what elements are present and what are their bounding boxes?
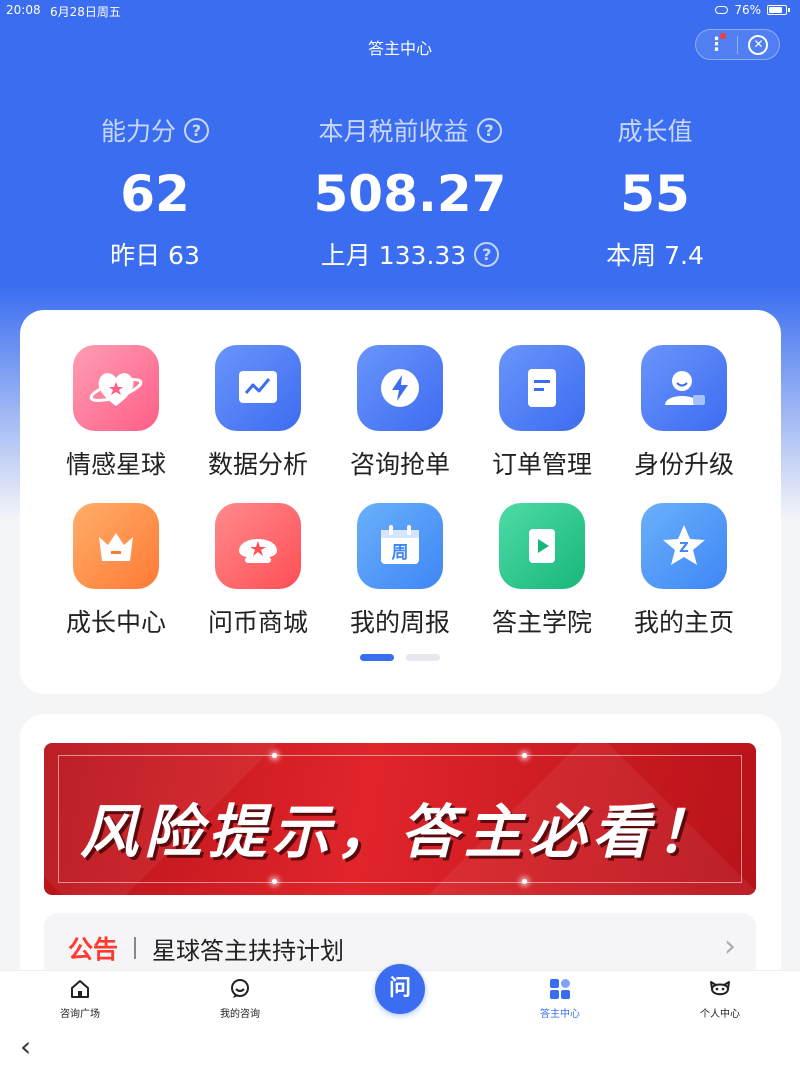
help-icon[interactable]: ? <box>474 241 500 267</box>
grid-item-label: 我的主页 <box>633 608 734 637</box>
browser-bottom-bar: ‹ <box>0 1026 800 1067</box>
status-right: 76% <box>715 3 790 17</box>
title-bar: 答主中心 <box>0 30 800 60</box>
tab-my-consult[interactable]: 我的咨询 <box>180 977 300 1020</box>
apps-icon <box>500 977 620 1001</box>
grid-item-label: 咨询抢单 <box>349 450 450 479</box>
more-button[interactable]: ⋮ <box>696 29 737 60</box>
chat-icon <box>180 977 300 1001</box>
stat-value: 508.27 <box>313 165 507 223</box>
grid-item-growth-center[interactable]: 成长中心 <box>51 503 181 639</box>
home-icon <box>20 977 140 1001</box>
user-badge-icon <box>641 345 727 431</box>
close-button[interactable]: ✕ <box>738 34 779 55</box>
grid-item-data-analysis[interactable]: 数据分析 <box>193 345 323 481</box>
grid-item-identity-upgrade[interactable]: 身份升级 <box>619 345 749 481</box>
tab-personal-center[interactable]: 个人中心 <box>660 977 780 1020</box>
shell-star-icon <box>215 503 301 589</box>
stat-value: 62 <box>120 165 190 223</box>
tab-label: 咨询广场 <box>60 1009 100 1020</box>
link-icon <box>715 6 729 14</box>
announcement-tag: 公告 <box>68 935 119 964</box>
stat-income[interactable]: 本月税前收益? 508.27 上月 133.33? <box>290 110 530 272</box>
stat-sub: 本周 7.4 <box>606 241 704 270</box>
grid-item-label: 身份升级 <box>633 450 734 479</box>
help-icon[interactable]: ? <box>184 117 209 143</box>
chart-icon <box>215 345 301 431</box>
grid-item-label: 问币商城 <box>207 608 308 637</box>
heart-planet-icon <box>73 345 159 431</box>
tab-label: 我的咨询 <box>220 1009 260 1020</box>
status-date: 6月28日周五 <box>50 5 121 19</box>
page-title: 答主中心 <box>367 39 432 58</box>
tab-answerer-center[interactable]: 答主中心 <box>500 977 620 1020</box>
calendar-glyph: 周 <box>392 543 409 563</box>
mini-program-capsule: ⋮ ✕ <box>695 29 780 60</box>
face-icon <box>660 977 780 1001</box>
stat-sub: 上月 133.33 <box>320 241 467 270</box>
announcement-text: 星球答主扶持计划 <box>152 937 344 965</box>
grid-item-emotion-planet[interactable]: 情感星球 <box>51 345 181 481</box>
tab-consult-square[interactable]: 咨询广场 <box>20 977 140 1020</box>
grid-item-label: 答主学院 <box>491 608 592 637</box>
stat-label: 本月税前收益 <box>318 117 469 146</box>
banner-text: 风险提示，答主必看！ <box>79 798 720 866</box>
risk-banner[interactable]: 风险提示，答主必看！ <box>44 743 756 895</box>
status-time: 20:08 <box>6 3 41 17</box>
calendar-icon: 周 <box>357 503 443 589</box>
lightning-icon <box>357 345 443 431</box>
page-dot-active[interactable] <box>360 654 394 661</box>
grid-item-weekly-report[interactable]: 周 我的周报 <box>335 503 465 639</box>
grid-item-label: 情感星球 <box>65 450 166 479</box>
stat-label: 成长值 <box>617 117 693 146</box>
grid-item-label: 数据分析 <box>207 450 308 479</box>
grid-item-order-management[interactable]: 订单管理 <box>477 345 607 481</box>
page-dot[interactable] <box>406 654 440 661</box>
notification-dot <box>720 33 727 39</box>
grid-item-label: 成长中心 <box>65 608 166 637</box>
page-indicator <box>360 654 440 661</box>
crown-icon <box>73 503 159 589</box>
svg-text:Z: Z <box>679 541 688 556</box>
grid-item-label: 订单管理 <box>491 450 592 479</box>
ask-button[interactable]: 问 <box>375 964 425 1014</box>
document-icon <box>499 345 585 431</box>
grid-item-my-homepage[interactable]: Z 我的主页 <box>619 503 749 639</box>
tab-label: 个人中心 <box>700 1009 740 1020</box>
grid-item-academy[interactable]: 答主学院 <box>477 503 607 639</box>
grid-item-label: 我的周报 <box>349 608 450 637</box>
chevron-right-icon: › <box>724 929 736 964</box>
status-bar: 20:08 6月28日周五 76% <box>0 0 800 22</box>
stat-growth[interactable]: 成长值 55 本周 7.4 <box>555 110 755 272</box>
grid-item-coin-mall[interactable]: 问币商城 <box>193 503 323 639</box>
feature-grid-card: 情感星球 数据分析 咨询抢单 订单管理 身份升级 成长中心 问币商城 周 我的周… <box>20 310 781 694</box>
close-icon: ✕ <box>748 34 769 55</box>
stat-value: 55 <box>620 165 690 223</box>
help-icon[interactable]: ? <box>476 117 502 143</box>
play-icon <box>499 503 585 589</box>
battery-icon <box>767 5 787 15</box>
star-icon: Z <box>641 503 727 589</box>
grid-item-grab-orders[interactable]: 咨询抢单 <box>335 345 465 481</box>
tab-label: 答主中心 <box>540 1009 580 1020</box>
back-arrow-icon[interactable]: ‹ <box>20 1030 31 1063</box>
stat-label: 能力分 <box>100 117 176 146</box>
stats-panel: 能力分? 62 昨日 63 本月税前收益? 508.27 上月 133.33? … <box>0 110 800 280</box>
battery-percent: 76% <box>734 3 761 17</box>
stat-ability[interactable]: 能力分? 62 昨日 63 <box>55 110 255 272</box>
stat-sub: 昨日 63 <box>110 241 200 270</box>
